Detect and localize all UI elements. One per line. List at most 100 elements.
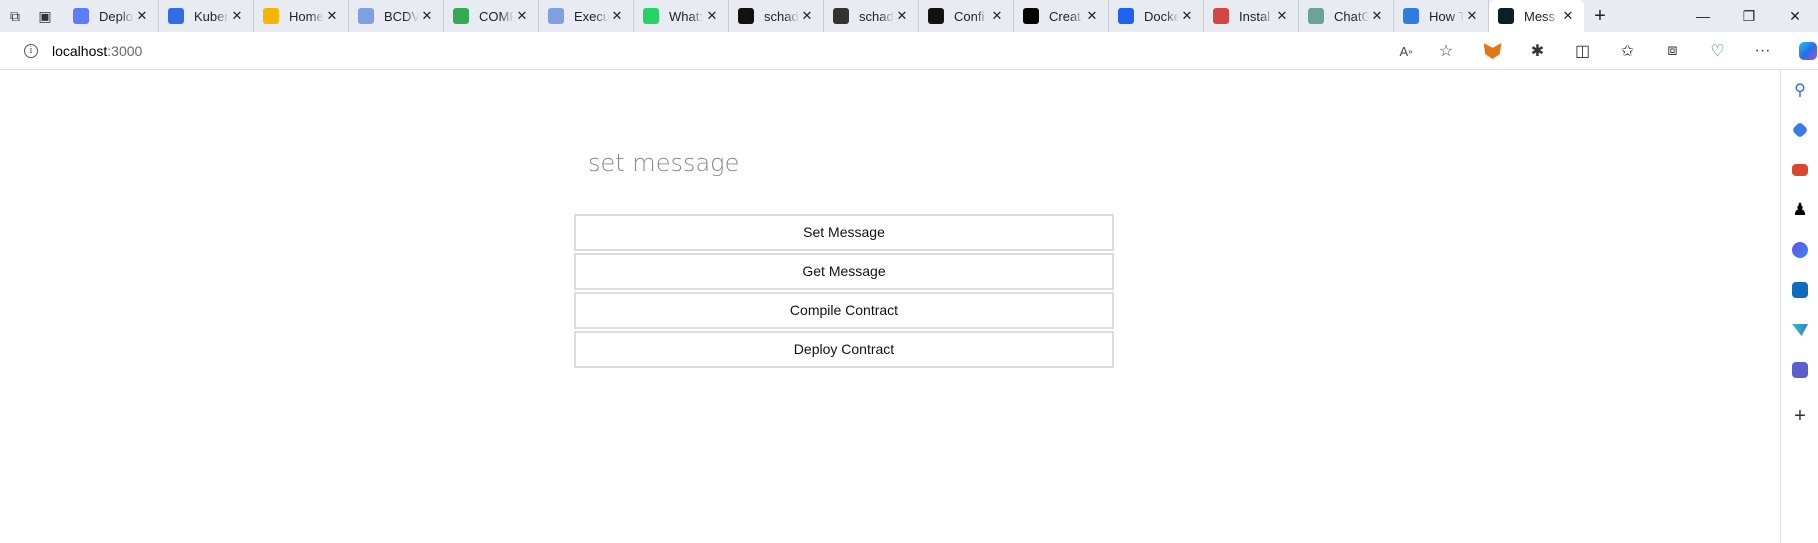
browser-toolbar: i localhost:3000 A» ☆ ✱ ◫ ✩ ⧈ ♡ ··· bbox=[0, 32, 1818, 70]
compile-contract-button[interactable]: Compile Contract bbox=[574, 292, 1114, 329]
tab-close-icon[interactable]: ✕ bbox=[894, 8, 910, 24]
url-host: localhost bbox=[52, 43, 108, 59]
games-icon[interactable]: ♟ bbox=[1781, 190, 1818, 230]
metamask-extension-icon[interactable] bbox=[1470, 32, 1515, 70]
whatsapp-icon bbox=[643, 8, 659, 24]
google-docs-icon bbox=[548, 8, 564, 24]
tab-close-icon[interactable]: ✕ bbox=[989, 8, 1005, 24]
action-buttons: Set Message Get Message Compile Contract… bbox=[574, 214, 1114, 370]
new-tab-button[interactable]: + bbox=[1584, 0, 1616, 32]
get-message-button[interactable]: Get Message bbox=[574, 253, 1114, 290]
tab-close-icon[interactable]: ✕ bbox=[1179, 8, 1195, 24]
browser-tab[interactable]: Kuber ✕ bbox=[159, 0, 254, 32]
browser-tab[interactable]: ChatG ✕ bbox=[1299, 0, 1394, 32]
tab-title: Creat bbox=[1049, 8, 1081, 24]
edge-icon bbox=[1403, 8, 1419, 24]
browser-tab[interactable]: What: ✕ bbox=[634, 0, 729, 32]
tab-title: Deplo bbox=[99, 8, 133, 24]
browser-tab[interactable]: Instal ✕ bbox=[1204, 0, 1299, 32]
tab-close-icon[interactable]: ✕ bbox=[419, 8, 435, 24]
tab-title: COMP bbox=[479, 8, 514, 24]
browser-essentials-icon[interactable]: ♡ bbox=[1695, 32, 1740, 70]
drop-icon[interactable] bbox=[1781, 310, 1818, 350]
docker-icon bbox=[1118, 8, 1134, 24]
browser-tab[interactable]: Home ✕ bbox=[254, 0, 349, 32]
split-screen-icon[interactable]: ◫ bbox=[1560, 32, 1605, 70]
google-drive-icon bbox=[453, 8, 469, 24]
github-icon bbox=[738, 8, 754, 24]
tab-close-icon[interactable]: ✕ bbox=[229, 8, 245, 24]
tab-title: Instal bbox=[1239, 8, 1271, 24]
github-icon bbox=[928, 8, 944, 24]
tab-close-icon[interactable]: ✕ bbox=[1084, 8, 1100, 24]
microsoft-365-icon[interactable] bbox=[1781, 230, 1818, 270]
site-info-icon[interactable]: i bbox=[24, 44, 38, 58]
copilot-icon[interactable] bbox=[1785, 32, 1818, 70]
page-content: Set Message Get Message Compile Contract… bbox=[0, 71, 1780, 543]
browser-tab[interactable]: schad ✕ bbox=[729, 0, 824, 32]
search-icon[interactable]: ⚲ bbox=[1781, 70, 1818, 110]
tab-actions-icon[interactable]: ▣ bbox=[30, 0, 60, 32]
browser-tab[interactable]: BCDV ✕ bbox=[349, 0, 444, 32]
add-sidebar-app-icon[interactable]: + bbox=[1781, 396, 1818, 436]
favorite-star-icon[interactable]: ☆ bbox=[1426, 36, 1466, 66]
browser-tab[interactable]: Execu ✕ bbox=[539, 0, 634, 32]
teams-icon[interactable] bbox=[1781, 350, 1818, 390]
tab-close-icon[interactable]: ✕ bbox=[1560, 8, 1576, 24]
window-controls: — ❐ ✕ bbox=[1680, 0, 1818, 32]
close-window-icon[interactable]: ✕ bbox=[1772, 0, 1818, 32]
medium-icon bbox=[1023, 8, 1039, 24]
browser-tab[interactable]: Docke ✕ bbox=[1109, 0, 1204, 32]
shopping-tag-icon[interactable] bbox=[1781, 110, 1818, 150]
browser-tab[interactable]: Mess ✕ bbox=[1489, 0, 1584, 32]
google-docs-icon bbox=[358, 8, 374, 24]
collections-icon[interactable]: ⧈ bbox=[1650, 32, 1695, 70]
tab-close-icon[interactable]: ✕ bbox=[324, 8, 340, 24]
tab-strip: ⧉ ▣ Deplo ✕ Kuber ✕ Home ✕ BCDV ✕ COMP ✕ Execu ✕ Wha… bbox=[0, 0, 1818, 32]
tab-close-icon[interactable]: ✕ bbox=[799, 8, 815, 24]
browser-tab[interactable]: Deplo ✕ bbox=[64, 0, 159, 32]
tab-close-icon[interactable]: ✕ bbox=[134, 8, 150, 24]
tab-title: Docke bbox=[1144, 8, 1179, 24]
tab-title: How T bbox=[1429, 8, 1464, 24]
tab-title: schad bbox=[764, 8, 799, 24]
set-message-button[interactable]: Set Message bbox=[574, 214, 1114, 251]
minimize-icon[interactable]: — bbox=[1680, 0, 1726, 32]
tools-icon[interactable] bbox=[1781, 150, 1818, 190]
tab-list: Deplo ✕ Kuber ✕ Home ✕ BCDV ✕ COMP ✕ Execu ✕ What: ✕ s… bbox=[60, 0, 1584, 32]
url-text[interactable]: localhost:3000 bbox=[52, 43, 142, 59]
react-icon bbox=[1498, 8, 1514, 24]
tab-close-icon[interactable]: ✕ bbox=[609, 8, 625, 24]
tab-title: Mess bbox=[1524, 8, 1556, 24]
url-port: :3000 bbox=[107, 43, 143, 59]
favorites-icon[interactable]: ✩ bbox=[1605, 32, 1650, 70]
tab-title: BCDV bbox=[384, 8, 419, 24]
diamond-icon bbox=[73, 8, 89, 24]
more-options-icon[interactable]: ··· bbox=[1740, 32, 1785, 70]
github-icon bbox=[833, 8, 849, 24]
tab-close-icon[interactable]: ✕ bbox=[1369, 8, 1385, 24]
tab-close-icon[interactable]: ✕ bbox=[1274, 8, 1290, 24]
browser-tab[interactable]: Confi ✕ bbox=[919, 0, 1014, 32]
tab-title: schad bbox=[859, 8, 894, 24]
browser-tab[interactable]: Creat ✕ bbox=[1014, 0, 1109, 32]
chatgpt-icon bbox=[1308, 8, 1324, 24]
tab-title: Confi bbox=[954, 8, 985, 24]
browser-tab[interactable]: How T ✕ bbox=[1394, 0, 1489, 32]
tab-close-icon[interactable]: ✕ bbox=[514, 8, 530, 24]
tab-close-icon[interactable]: ✕ bbox=[704, 8, 720, 24]
outlook-icon[interactable] bbox=[1781, 270, 1818, 310]
tab-close-icon[interactable]: ✕ bbox=[1464, 8, 1480, 24]
deploy-contract-button[interactable]: Deploy Contract bbox=[574, 331, 1114, 368]
address-bar[interactable]: i localhost:3000 A» ☆ bbox=[6, 36, 1466, 66]
message-input[interactable] bbox=[576, 139, 1116, 187]
read-aloud-icon[interactable]: A» bbox=[1386, 36, 1426, 66]
google-drive-icon bbox=[263, 8, 279, 24]
extensions-icon[interactable]: ✱ bbox=[1515, 32, 1560, 70]
browser-tab[interactable]: COMP ✕ bbox=[444, 0, 539, 32]
edge-sidebar: ⚲ ♟ + bbox=[1780, 70, 1818, 543]
tab-title: What: bbox=[669, 8, 703, 24]
workspaces-icon[interactable]: ⧉ bbox=[0, 0, 30, 32]
browser-tab[interactable]: schad ✕ bbox=[824, 0, 919, 32]
restore-icon[interactable]: ❐ bbox=[1726, 0, 1772, 32]
